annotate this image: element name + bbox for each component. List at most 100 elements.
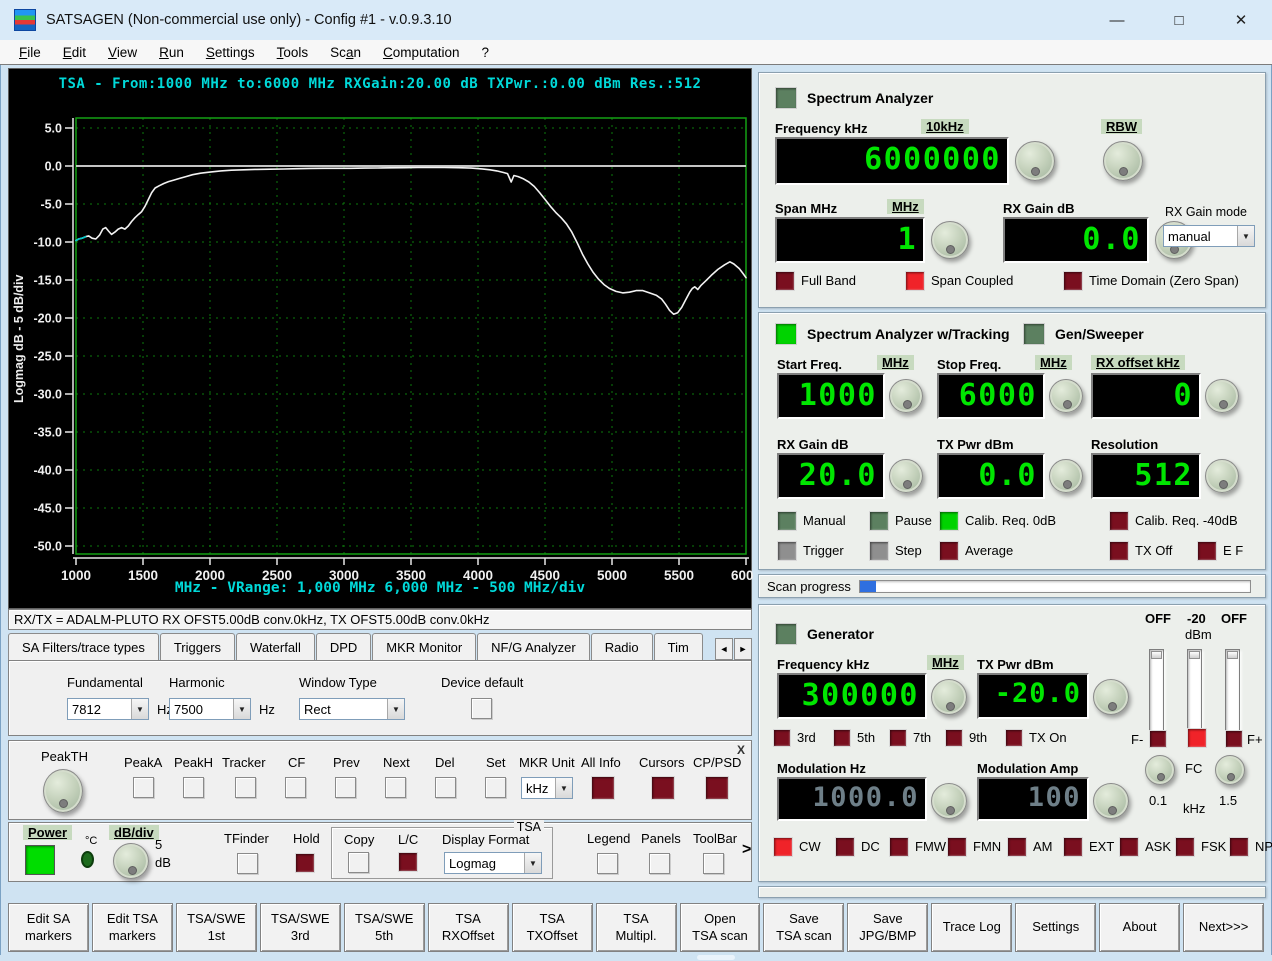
f-plus-indicator[interactable] <box>1225 730 1243 748</box>
cppsd-indicator[interactable] <box>705 776 729 800</box>
mode-fsk-indicator[interactable] <box>1175 837 1195 857</box>
sa-span-step-button[interactable]: MHz <box>887 199 924 214</box>
minimize-button[interactable]: — <box>1086 0 1148 40</box>
sa-span-knob[interactable] <box>931 221 969 259</box>
step-indicator[interactable] <box>869 541 889 561</box>
menu-scan[interactable]: Scan <box>319 43 372 62</box>
tab-nfg-analyzer[interactable]: NF/G Analyzer <box>477 633 590 660</box>
gen-level-slider-left[interactable] <box>1149 649 1164 735</box>
close-button[interactable]: ✕ <box>1210 0 1272 40</box>
ef-indicator[interactable] <box>1197 541 1217 561</box>
resolution-knob[interactable] <box>1205 459 1239 493</box>
mode-dc-indicator[interactable] <box>835 837 855 857</box>
gen-frequency-knob[interactable] <box>931 679 967 715</box>
fundamental-select[interactable]: 7812 ▼ <box>67 698 149 720</box>
modulation-hz-knob[interactable] <box>931 783 967 819</box>
sa-frequency-display[interactable]: 6000000 <box>775 137 1009 185</box>
sa-rbw-knob[interactable] <box>1103 141 1143 181</box>
f-left-knob[interactable] <box>1145 755 1175 785</box>
chevron-down-icon[interactable]: ▼ <box>1237 226 1254 246</box>
gen-level-slider-right[interactable] <box>1225 649 1240 735</box>
tfinder-button[interactable] <box>237 853 258 874</box>
menu-help[interactable]: ? <box>471 43 501 62</box>
trigger-indicator[interactable] <box>777 541 797 561</box>
f-minus-indicator[interactable] <box>1149 730 1167 748</box>
tab-waterfall[interactable]: Waterfall <box>236 633 315 660</box>
mode-ext-indicator[interactable] <box>1063 837 1083 857</box>
sa-frequency-knob[interactable] <box>1015 141 1055 181</box>
menu-tools[interactable]: Tools <box>266 43 320 62</box>
rx-offset-knob[interactable] <box>1205 379 1239 413</box>
title-bar[interactable]: SATSAGEN (Non-commercial use only) - Con… <box>0 0 1272 40</box>
all-info-indicator[interactable] <box>591 776 615 800</box>
start-freq-knob[interactable] <box>889 379 923 413</box>
tsa-rxoffset-button[interactable]: TSA RXOffset <box>427 903 509 952</box>
harmonic-select[interactable]: 7500 ▼ <box>169 698 251 720</box>
resolution-display[interactable]: 512 <box>1091 453 1201 499</box>
spectrum-plot[interactable]: TSA - From:1000 MHz to:6000 MHz RXGain:2… <box>8 68 761 609</box>
save-tsa-scan-button[interactable]: Save TSA scan <box>763 903 845 952</box>
window-type-select[interactable]: Rect ▼ <box>299 698 405 720</box>
peakh-button[interactable] <box>183 777 204 798</box>
close-row-icon[interactable]: X <box>737 743 745 757</box>
modulation-amp-knob[interactable] <box>1093 783 1129 819</box>
fc-indicator[interactable] <box>1187 728 1207 748</box>
mode-am-indicator[interactable] <box>1007 837 1027 857</box>
sa-frequency-step-button[interactable]: 10kHz <box>921 119 969 134</box>
maximize-button[interactable]: □ <box>1148 0 1210 40</box>
tab-scroll-right-icon[interactable]: ► <box>734 638 752 660</box>
stop-freq-knob[interactable] <box>1049 379 1083 413</box>
time-domain-indicator[interactable] <box>1063 271 1083 291</box>
device-default-checkbox[interactable] <box>471 698 492 719</box>
tab-radio[interactable]: Radio <box>590 633 653 660</box>
tsa-swe-1st-button[interactable]: TSA/SWE 1st <box>175 903 257 952</box>
modulation-amp-display[interactable]: 100 <box>977 777 1089 821</box>
tab-tim[interactable]: Tim <box>653 633 703 660</box>
legend-button[interactable] <box>597 853 618 874</box>
gen-frequency-display[interactable]: 300000 <box>777 673 927 719</box>
span-coupled-indicator[interactable] <box>905 271 925 291</box>
menu-computation[interactable]: Computation <box>372 43 471 62</box>
modulation-hz-display[interactable]: 1000.0 <box>777 777 927 821</box>
chevron-down-icon[interactable]: ▼ <box>555 778 572 798</box>
peaka-button[interactable] <box>133 777 154 798</box>
sa-span-display[interactable]: 1 <box>775 217 925 263</box>
menu-edit[interactable]: Edit <box>52 43 97 62</box>
mode-npr-indicator[interactable] <box>1229 837 1249 857</box>
stop-freq-display[interactable]: 6000 <box>937 373 1045 419</box>
gen-sweeper-indicator[interactable] <box>1023 323 1045 345</box>
tsa-swe-3rd-button[interactable]: TSA/SWE 3rd <box>259 903 341 952</box>
start-freq-display[interactable]: 1000 <box>777 373 885 419</box>
tx-off-indicator[interactable] <box>1109 541 1129 561</box>
gen-level-slider-mid[interactable] <box>1187 649 1202 735</box>
edit-sa-markers-button[interactable]: Edit SA markers <box>8 903 89 952</box>
generator-indicator[interactable] <box>775 623 797 645</box>
edit-tsa-markers-button[interactable]: Edit TSA markers <box>91 903 173 952</box>
start-freq-step-button[interactable]: MHz <box>877 355 914 370</box>
harm-9th-indicator[interactable] <box>945 729 963 747</box>
tab-triggers[interactable]: Triggers <box>159 633 236 660</box>
about-button[interactable]: About <box>1099 903 1181 952</box>
tracking-indicator[interactable] <box>775 323 797 345</box>
rx-offset-display[interactable]: 0 <box>1091 373 1201 419</box>
dbdiv-knob[interactable] <box>113 843 149 879</box>
harm-5th-indicator[interactable] <box>833 729 851 747</box>
chevron-down-icon[interactable]: ▼ <box>387 699 404 719</box>
sa-rx-gain-mode-select[interactable]: manual ▼ <box>1163 225 1255 247</box>
full-band-indicator[interactable] <box>775 271 795 291</box>
sa-rx-gain-display[interactable]: 0.0 <box>1003 217 1149 263</box>
gen-frequency-step-button[interactable]: MHz <box>927 655 964 670</box>
mode-fmw-indicator[interactable] <box>889 837 909 857</box>
stop-freq-step-button[interactable]: MHz <box>1035 355 1072 370</box>
prev-button[interactable] <box>335 777 356 798</box>
trace-log-button[interactable]: Trace Log <box>931 903 1013 952</box>
expand-arrow-icon[interactable]: > <box>742 841 751 859</box>
harm-3rd-indicator[interactable] <box>773 729 791 747</box>
calib-0db-indicator[interactable] <box>939 511 959 531</box>
power-button[interactable] <box>25 845 55 875</box>
next-button[interactable]: Next>>> <box>1183 903 1265 952</box>
del-button[interactable] <box>435 777 456 798</box>
spectrum-analyzer-indicator[interactable] <box>775 87 797 109</box>
tsa-multipl-button[interactable]: TSA Multipl. <box>595 903 677 952</box>
display-format-select[interactable]: Logmag ▼ <box>444 852 542 874</box>
